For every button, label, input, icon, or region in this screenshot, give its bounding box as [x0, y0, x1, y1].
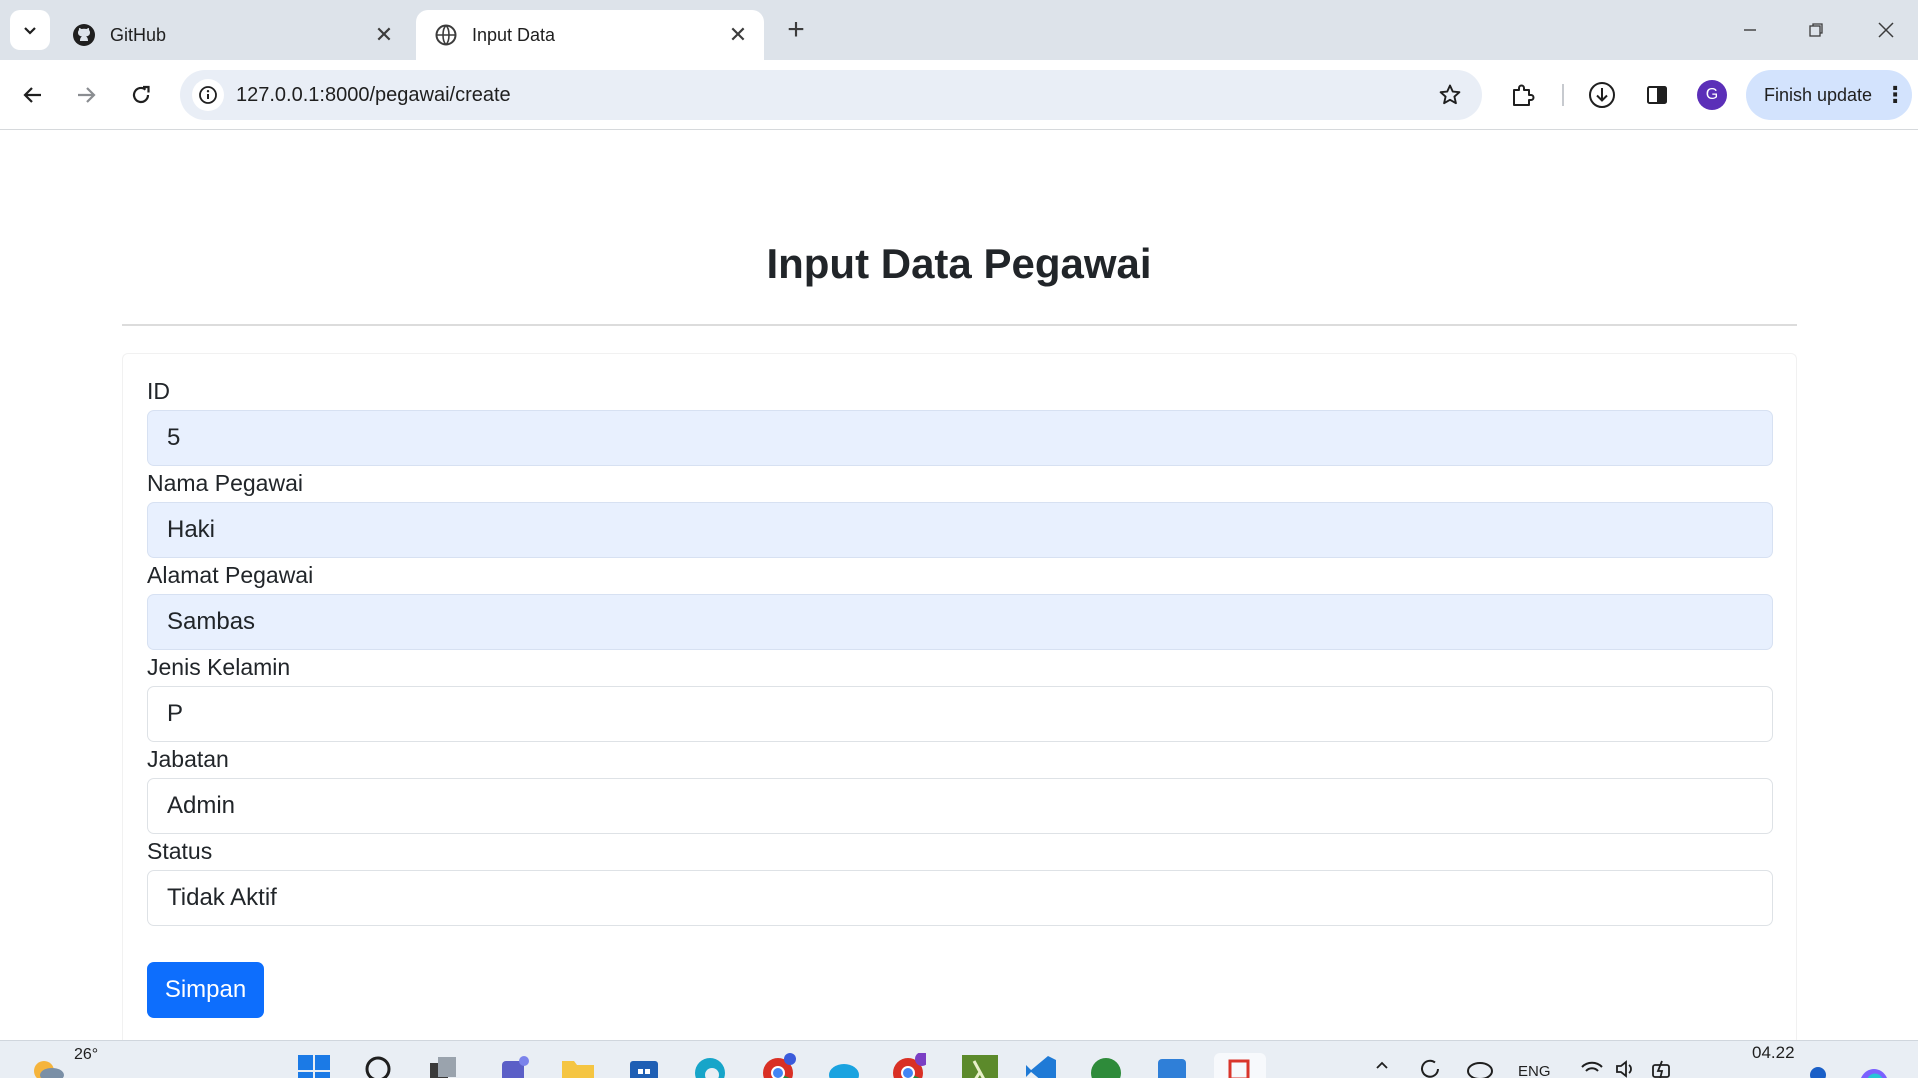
browser-tab-strip: GitHub ✕ Input Data ✕ +	[0, 0, 1918, 60]
page-title: Input Data Pegawai	[766, 240, 1152, 287]
teams-icon[interactable]	[496, 1053, 532, 1078]
tab-search-button[interactable]	[10, 10, 50, 50]
status-field[interactable]	[147, 870, 1773, 926]
os-taskbar: 26° ENG 04.22	[0, 1040, 1918, 1078]
notification-dot-icon[interactable]	[1808, 1065, 1828, 1078]
close-window-icon[interactable]	[1856, 8, 1916, 52]
title-divider	[122, 324, 1797, 326]
more-vert-icon: ⋮	[1884, 82, 1907, 107]
download-icon[interactable]	[1585, 78, 1619, 112]
bookmark-star-icon[interactable]	[1436, 81, 1464, 109]
globe-icon	[434, 23, 458, 47]
browser-toolbar: 127.0.0.1:8000/pegawai/create G Finish u…	[0, 60, 1918, 130]
task-view-icon[interactable]	[426, 1053, 462, 1078]
close-tab-icon[interactable]: ✕	[724, 21, 752, 49]
id-field[interactable]	[147, 410, 1773, 466]
simpan-button[interactable]: Simpan	[147, 962, 264, 1018]
extensions-puzzle-icon[interactable]	[1506, 78, 1540, 112]
wifi-icon[interactable]	[1580, 1057, 1604, 1078]
lambda-app-icon[interactable]	[960, 1053, 998, 1078]
photos-icon[interactable]	[1154, 1053, 1190, 1078]
alamat-pegawai-label: Alamat Pegawai	[147, 562, 314, 588]
hs-app-icon[interactable]	[1088, 1053, 1124, 1078]
minimize-icon[interactable]	[1720, 8, 1780, 52]
search-icon[interactable]	[362, 1053, 398, 1078]
chrome-icon[interactable]	[890, 1052, 929, 1078]
restore-window-icon[interactable]	[1786, 8, 1846, 52]
onedrive-cloud-icon[interactable]	[1466, 1057, 1494, 1078]
toolbar-divider	[1562, 84, 1564, 106]
volume-icon[interactable]	[1614, 1057, 1638, 1078]
new-tab-plus-icon[interactable]: +	[780, 13, 812, 46]
finish-update-label: Finish update	[1764, 84, 1873, 105]
jabatan-field[interactable]	[147, 778, 1773, 834]
windows-start-icon[interactable]	[296, 1053, 332, 1078]
weather-widget[interactable]: 26°	[26, 1045, 98, 1078]
copilot-icon[interactable]	[1856, 1061, 1892, 1078]
profile-avatar[interactable]: G	[1697, 80, 1727, 110]
status-label: Status	[147, 838, 213, 864]
cloud-app-icon[interactable]	[826, 1053, 862, 1078]
tab-input-data[interactable]: Input Data ✕	[416, 10, 764, 60]
clock-time[interactable]: 04.22	[1752, 1043, 1795, 1063]
side-panel-icon[interactable]	[1640, 78, 1674, 112]
close-tab-icon[interactable]: ✕	[370, 21, 398, 49]
chevron-down-icon	[24, 27, 36, 35]
jenis-kelamin-label: Jenis Kelamin	[147, 654, 291, 680]
back-arrow-icon[interactable]	[13, 75, 53, 115]
nama-pegawai-field[interactable]	[147, 502, 1773, 558]
tab-github[interactable]: GitHub ✕	[54, 10, 410, 60]
tab-title: Input Data	[472, 24, 556, 45]
address-bar[interactable]: 127.0.0.1:8000/pegawai/create	[180, 70, 1482, 120]
jabatan-label: Jabatan	[147, 746, 229, 772]
reload-icon[interactable]	[121, 75, 161, 115]
tab-title: GitHub	[110, 24, 167, 45]
snipping-tool-icon[interactable]	[1214, 1053, 1266, 1078]
github-icon	[72, 23, 96, 47]
url-text[interactable]: 127.0.0.1:8000/pegawai/create	[236, 70, 511, 120]
chrome-profile-icon[interactable]	[760, 1053, 796, 1078]
microsoft-store-icon[interactable]	[626, 1053, 662, 1078]
alamat-pegawai-field[interactable]	[147, 594, 1773, 650]
weather-sun-icon	[34, 1061, 64, 1078]
nama-pegawai-label: Nama Pegawai	[147, 470, 303, 496]
id-label: ID	[147, 378, 170, 404]
battery-charging-icon[interactable]	[1650, 1057, 1674, 1078]
weather-temperature: 26°	[74, 1046, 99, 1063]
finish-update-button[interactable]: Finish update ⋮	[1746, 70, 1912, 120]
forward-arrow-icon[interactable]	[66, 75, 106, 115]
tray-overflow-chevron-icon[interactable]	[1374, 1057, 1390, 1077]
vscode-icon[interactable]	[1022, 1053, 1058, 1078]
sync-icon[interactable]	[1418, 1057, 1442, 1078]
file-explorer-icon[interactable]	[560, 1053, 596, 1078]
site-info-icon[interactable]	[192, 79, 224, 111]
jenis-kelamin-field[interactable]	[147, 686, 1773, 742]
edge-icon[interactable]	[692, 1053, 728, 1078]
page-viewport: Input Data Pegawai ID Nama Pegawai Alama…	[0, 131, 1918, 1053]
language-indicator[interactable]: ENG	[1518, 1063, 1551, 1078]
